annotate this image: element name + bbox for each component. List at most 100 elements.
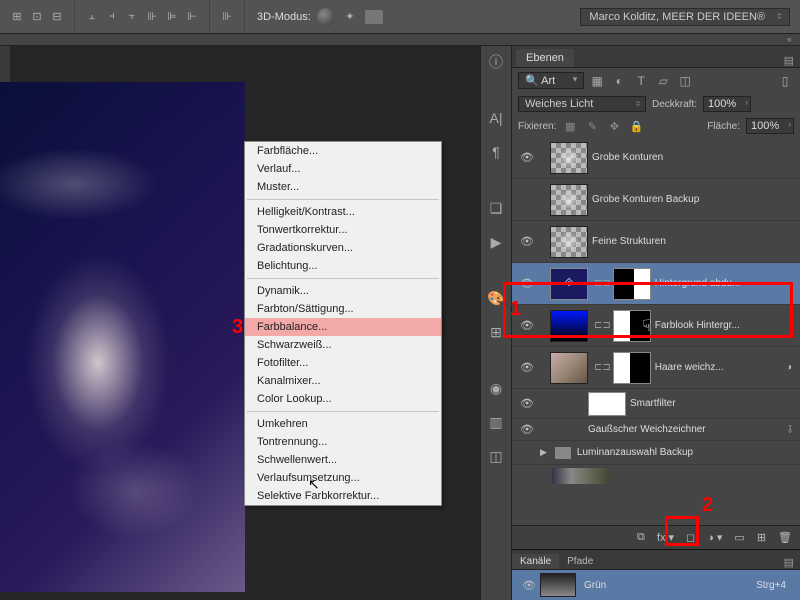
align-icon[interactable]: ⊪ [143,8,161,26]
visibility-eye-icon[interactable]: 👁 [516,361,538,374]
align-icon[interactable]: ⫟ [123,8,141,26]
layer-row[interactable]: 👁 Grobe Konturen [512,137,800,179]
menu-item-color-balance[interactable]: Farbbalance... [245,318,441,336]
group-expand-icon[interactable]: ▶ [538,447,549,458]
tool-icon[interactable]: ⊞ [8,8,26,26]
paragraph-icon[interactable]: ¶ [486,142,506,162]
menu-item-selective-color[interactable]: Selektive Farbkorrektur... [245,487,441,505]
mask-thumbnail[interactable] [613,352,651,384]
visibility-eye-icon[interactable]: 👁 [518,579,540,592]
tool-presets-icon[interactable]: ⊞ [486,322,506,342]
channel-row[interactable]: 👁 Grün Strg+4 [512,570,800,600]
visibility-eye-icon[interactable]: 👁 [516,235,538,248]
link-layers-icon[interactable]: ⧉ [637,531,645,544]
lock-transparent-icon[interactable]: ▦ [562,118,578,134]
blend-mode-dropdown[interactable]: Weiches Licht [518,96,646,112]
layer-thumbnail[interactable] [550,142,588,174]
smartfilter-item-row[interactable]: 👁 Gaußscher Weichzeichner ⫱ [512,419,800,441]
link-icon[interactable]: ⊏⊐ [592,320,613,331]
visibility-eye-icon[interactable]: 👁 [516,397,538,410]
menu-item-photo-filter[interactable]: Fotofilter... [245,354,441,372]
mask-thumbnail[interactable] [613,268,651,300]
filter-adjust-icon[interactable]: ◐ [610,73,628,89]
layer-thumbnail[interactable] [552,468,610,484]
menu-item-brightness[interactable]: Helligkeit/Kontrast... [245,203,441,221]
styles-icon[interactable]: ❏ [486,198,506,218]
align-icon[interactable]: ⫠ [83,8,101,26]
color-icon[interactable]: 🎨 [486,288,506,308]
filter-smart-icon[interactable]: ◫ [676,73,694,89]
info-icon[interactable]: ⓘ [486,52,506,72]
filter-type-icon[interactable]: T [632,73,650,89]
workspace-dropdown[interactable]: Marco Kolditz, MEER DER IDEEN® [580,8,790,26]
menu-item-pattern[interactable]: Muster... [245,178,441,196]
link-icon[interactable]: ⊏⊐ [592,362,613,373]
panel-collapse-row[interactable]: « [0,34,800,46]
layer-row[interactable]: 👁 ⟐ ⊏⊐ Hintergrund abdu... [512,263,800,305]
layer-fx-icon[interactable]: fx ▾ [657,531,674,544]
menu-item-exposure[interactable]: Belichtung... [245,257,441,275]
paths-tab[interactable]: Pfade [559,554,601,569]
panel-menu-icon[interactable]: ▤ [778,54,800,67]
layer-row[interactable]: 👁 ⊏⊐ Haare weichz... ◑ [512,347,800,389]
menu-item-color-lookup[interactable]: Color Lookup... [245,390,441,408]
menu-item-bw[interactable]: Schwarzweiß... [245,336,441,354]
histogram-icon[interactable]: ▥ [486,412,506,432]
layer-name[interactable]: Farblook Hintergr... [655,320,796,331]
visibility-eye-icon[interactable]: 👁 [516,151,538,164]
menu-item-channel-mixer[interactable]: Kanalmixer... [245,372,441,390]
smartfilter-mask[interactable] [588,392,626,416]
lock-position-icon[interactable]: ✥ [606,118,622,134]
new-layer-icon[interactable]: ⊞ [757,531,766,544]
filter-kind-dropdown[interactable]: 🔍 Art [518,72,584,89]
menu-item-solid-color[interactable]: Farbfläche... [245,142,441,160]
layer-row[interactable]: Grobe Konturen Backup [512,179,800,221]
channels-tab[interactable]: Kanäle [512,554,559,569]
layer-thumbnail[interactable] [550,310,588,342]
lock-all-icon[interactable]: 🔒 [628,118,644,134]
filter-shape-icon[interactable]: ▱ [654,73,672,89]
layer-thumbnail[interactable] [550,226,588,258]
opacity-input[interactable]: 100% [703,96,751,112]
adjustment-thumbnail[interactable]: ⟐ [550,268,588,300]
layer-row[interactable]: 👁 ⊏⊐ Farblook Hintergr... [512,305,800,347]
character-icon[interactable]: A| [486,108,506,128]
sphere-icon[interactable] [317,8,335,26]
add-mask-icon[interactable]: ◻ [686,531,695,544]
menu-item-hue[interactable]: Farbton/Sättigung... [245,300,441,318]
menu-item-invert[interactable]: Umkehren [245,415,441,433]
filter-toggle-icon[interactable]: ▯ [776,73,794,89]
layer-thumbnail[interactable] [550,352,588,384]
align-icon[interactable]: ⊩ [183,8,201,26]
smartfilter-name[interactable]: Gaußscher Weichzeichner [588,424,788,435]
menu-item-posterize[interactable]: Tontrennung... [245,433,441,451]
menu-item-curves[interactable]: Gradationskurven... [245,239,441,257]
tool-icon[interactable]: ⊡ [28,8,46,26]
delete-layer-icon[interactable]: 🗑 [778,531,792,544]
menu-item-gradient[interactable]: Verlauf... [245,160,441,178]
layer-name[interactable]: Feine Strukturen [592,236,796,247]
menu-item-vibrance[interactable]: Dynamik... [245,282,441,300]
menu-item-levels[interactable]: Tonwertkorrektur... [245,221,441,239]
document-tab[interactable] [0,46,10,82]
light-icon[interactable]: ✦ [341,8,359,26]
layer-thumbnail[interactable] [550,184,588,216]
layer-name[interactable]: Haare weichz... [655,362,786,373]
clone-icon[interactable]: ◫ [486,446,506,466]
visibility-eye-icon[interactable]: 👁 [516,423,538,436]
layers-tab[interactable]: Ebenen [516,49,574,67]
layer-name[interactable]: Grobe Konturen [592,152,796,163]
distribute-icon[interactable]: ⊪ [218,8,236,26]
align-icon[interactable]: ⊫ [163,8,181,26]
tool-icon[interactable]: ⊟ [48,8,66,26]
new-group-icon[interactable]: ▭ [734,531,744,544]
visibility-eye-icon[interactable]: 👁 [516,277,538,290]
filter-pixel-icon[interactable]: ▦ [588,73,606,89]
actions-icon[interactable]: ▶ [486,232,506,252]
menu-item-threshold[interactable]: Schwellenwert... [245,451,441,469]
align-icon[interactable]: ⫞ [103,8,121,26]
canvas[interactable] [0,82,245,592]
fill-input[interactable]: 100% [746,118,794,134]
group-name[interactable]: Luminanzauswahl Backup [577,447,796,458]
layer-name[interactable]: Grobe Konturen Backup [592,194,796,205]
